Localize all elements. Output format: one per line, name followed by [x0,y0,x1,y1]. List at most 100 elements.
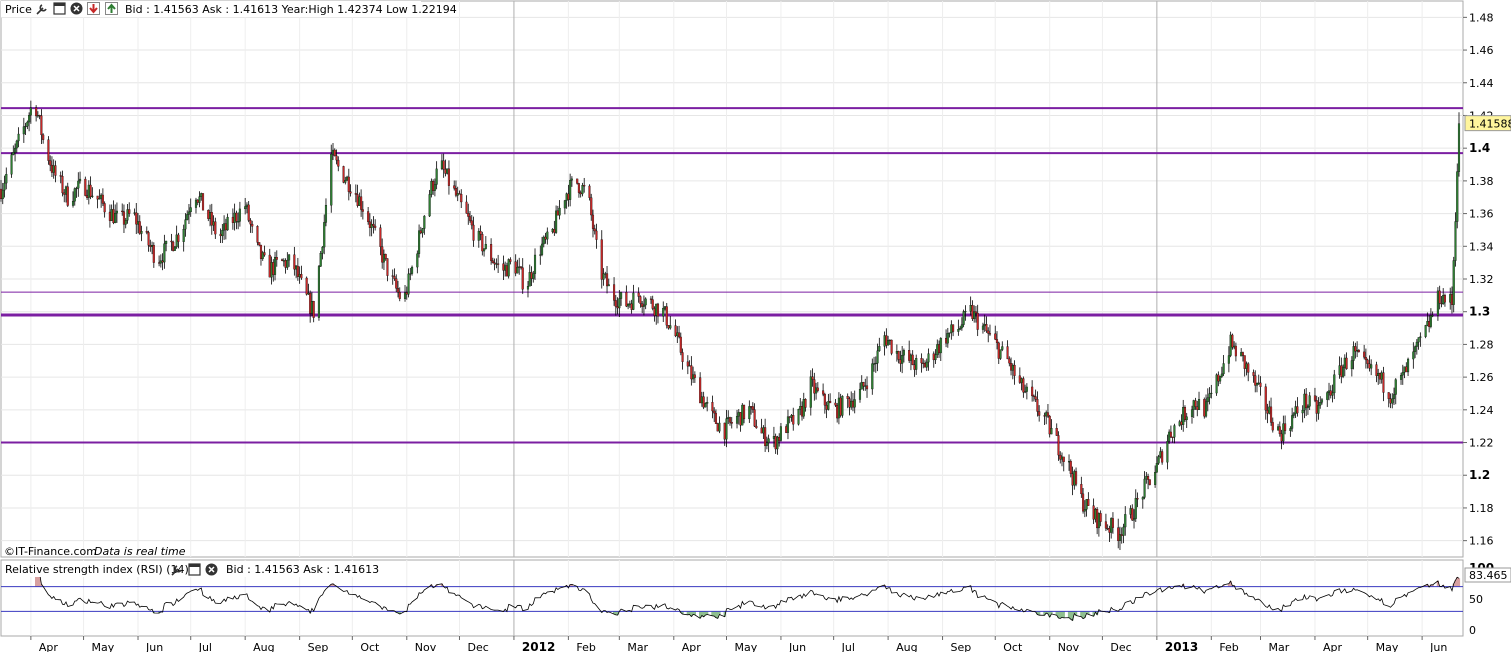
x-tick-label: May [1376,641,1399,652]
candle-body [950,324,953,333]
candle-body [692,374,695,380]
candle-body [423,215,426,229]
candle-body [669,325,672,329]
candle-body [834,402,837,406]
candle-body [995,339,999,344]
candle-body [323,222,326,248]
candle-body [479,230,482,235]
candle-body [735,416,739,424]
candle-body [871,363,874,390]
candle-body [1419,336,1422,338]
candle-body [1099,513,1102,522]
candle-body [207,210,210,219]
candle-body [158,262,161,264]
candle-body [1083,509,1086,512]
candle-body [1155,462,1158,473]
candle-body [36,115,39,117]
candle-body [964,311,967,313]
candle-body [1222,363,1225,375]
candle-body [616,306,619,309]
candle-body [472,224,475,241]
candle-body [927,353,930,363]
candle-body [507,259,510,277]
candle-body [885,335,888,346]
candle-body [1247,363,1250,373]
candle-body [644,298,647,306]
move-up-icon[interactable] [105,2,118,15]
candle-body [238,208,241,222]
candle-body [1399,375,1403,380]
candle-body [1161,451,1164,463]
candle-body [628,303,631,305]
candle-body [1122,526,1125,536]
candle-body [71,201,75,206]
candle-body [398,292,401,299]
candle-body [1363,351,1366,358]
candle-body [231,216,234,223]
candle-body [925,361,928,368]
candle-body [1159,451,1162,457]
candle-body [484,244,487,249]
candle-body [1180,421,1183,425]
candle-body [1269,406,1273,423]
candle-body [224,223,227,231]
candle-body [841,396,844,416]
candle-body [1345,357,1348,370]
candle-body [739,412,742,426]
candle-body [26,121,29,127]
x-tick-label: Mar [627,641,648,652]
candle-body [700,396,703,404]
candle-body [1062,456,1065,462]
candle-body [850,400,853,408]
candle-body [1031,386,1034,397]
maximize-icon[interactable] [53,2,66,15]
candle-body [112,209,115,224]
candle-body [52,165,55,173]
candle-body [159,260,162,264]
candle-body [1254,375,1257,386]
candle-body [822,390,825,395]
candle-body [583,185,586,187]
close-icon[interactable] [70,2,83,15]
candle-body [997,342,1000,359]
candle-body [1024,391,1027,393]
candle-body [1387,392,1390,399]
candle-body [1405,366,1408,373]
candle-body [147,232,150,246]
candle-body [1069,461,1072,474]
candle-body [1013,364,1016,376]
candle-body [493,262,496,265]
price-y-tick-label: 1.28 [1469,338,1494,351]
candle-body [1436,290,1439,316]
candle-body [223,223,226,231]
candle-body [804,399,807,408]
candle-body [913,364,916,370]
candle-body [728,417,732,423]
move-down-icon[interactable] [87,2,100,15]
price-quote-text: Bid : 1.41563 Ask : 1.41613 Year:High 1.… [125,3,457,16]
candle-body [681,352,684,362]
candle-body [799,406,802,410]
candle-body [1010,362,1013,371]
candle-body [1182,407,1185,425]
candle-body [1038,411,1041,416]
x-tick-label: Sep [951,641,972,652]
x-tick-label: Jun [788,641,806,652]
candle-body [539,254,542,256]
candle-body [347,176,350,192]
candle-body [713,410,716,414]
x-tick-label: Jul [841,641,855,652]
candle-body [1331,392,1334,396]
candle-body [296,265,299,277]
maximize-icon[interactable] [188,563,201,576]
candle-body [858,389,862,400]
candle-body [1255,383,1259,386]
candle-body [444,168,447,174]
candle-body [725,418,728,440]
candle-body [305,277,308,295]
close-icon[interactable] [205,563,218,576]
candle-body [309,292,312,314]
candle-body [1143,478,1146,498]
candle-body [1217,374,1220,382]
candle-body [201,193,205,211]
